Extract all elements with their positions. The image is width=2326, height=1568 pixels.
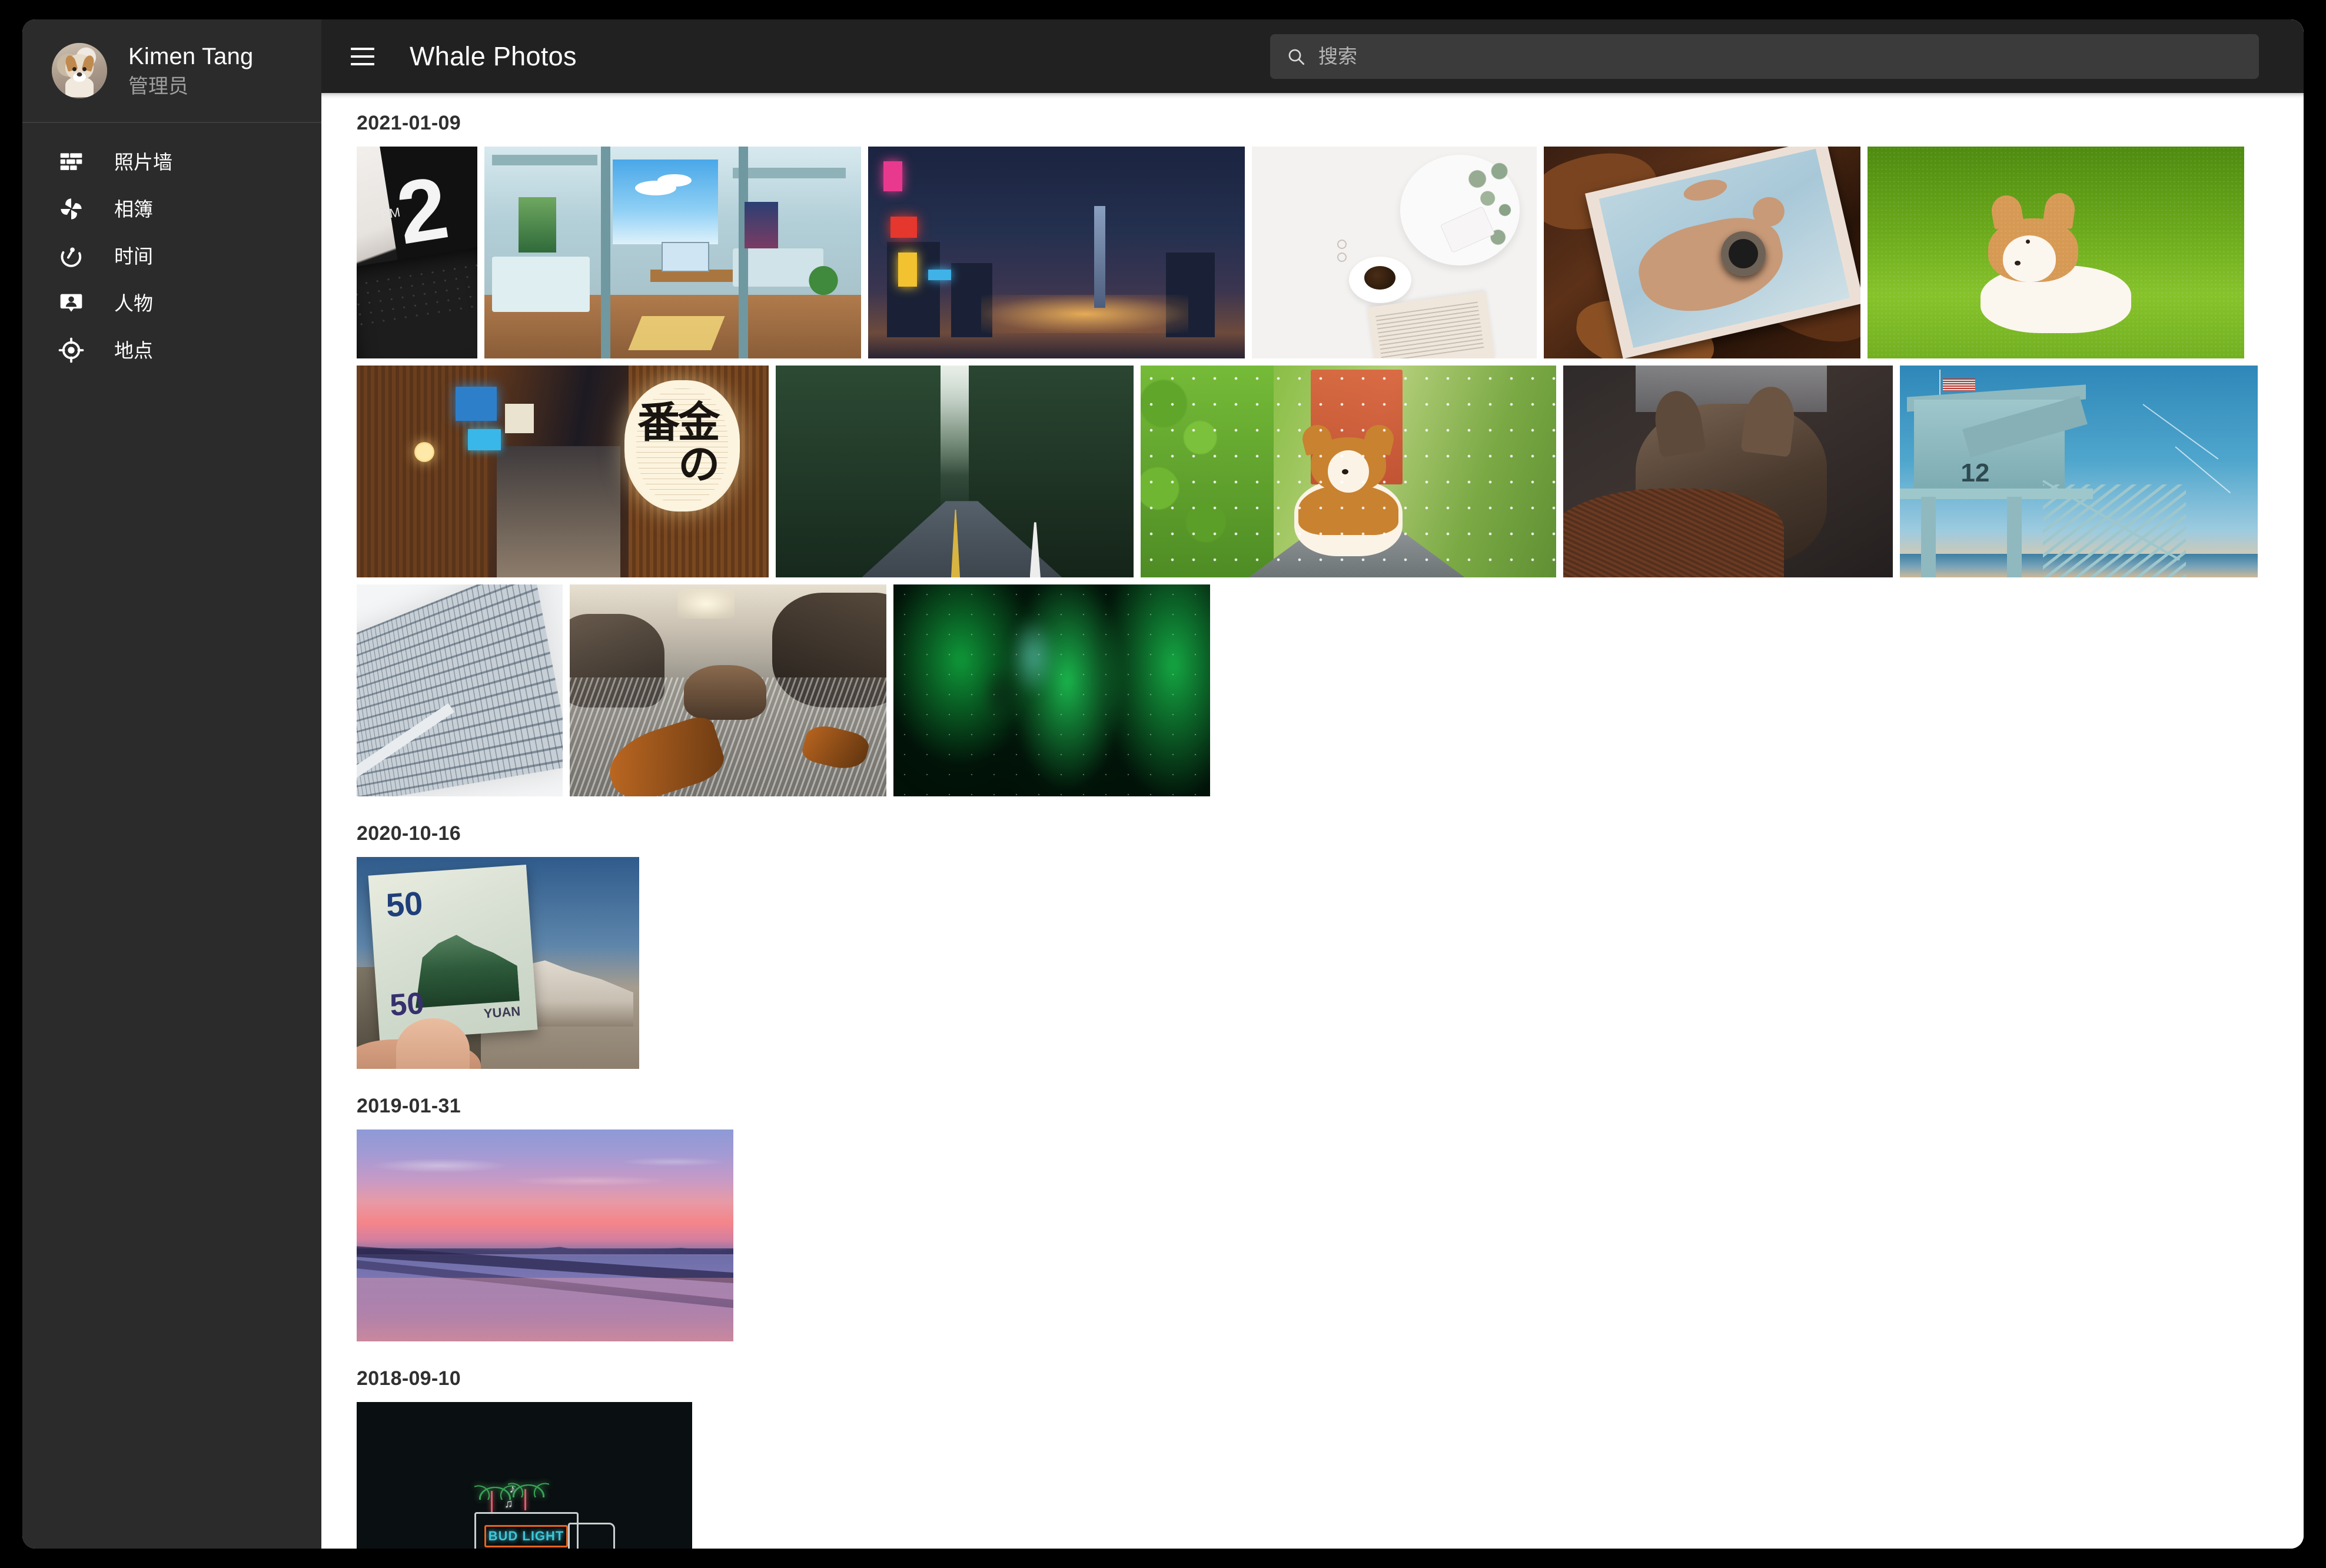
photo-thumbnail-anime-dorm-room[interactable] bbox=[484, 147, 861, 358]
neon-sign-text: BUD LIGHT bbox=[484, 1524, 569, 1548]
photo-thumbnail-corgi-on-grass[interactable] bbox=[1868, 147, 2244, 358]
music-note-icon: ♪ bbox=[509, 1482, 516, 1496]
photo-row: 金の番 12 bbox=[321, 366, 2304, 577]
page-title: Whale Photos bbox=[410, 41, 577, 71]
photo-row: 2 PM bbox=[321, 147, 2304, 358]
search-icon bbox=[1285, 46, 1307, 67]
date-header: 2020-10-16 bbox=[357, 822, 461, 845]
sidebar-item-label: 照片墙 bbox=[114, 151, 172, 173]
laptop-pm-text: PM bbox=[380, 204, 401, 222]
timer-clock-icon bbox=[58, 242, 85, 270]
sidebar-item-photo-wall[interactable]: 照片墙 bbox=[22, 138, 321, 185]
avatar[interactable] bbox=[52, 43, 107, 98]
photo-scroll-region[interactable]: 2021-01-09 2 PM 金の番 12 2020-10-16 50 50 … bbox=[321, 93, 2304, 1549]
photo-thumbnail-laptop-clock[interactable]: 2 PM bbox=[357, 147, 477, 358]
photo-row bbox=[321, 1130, 2304, 1341]
date-group: 2019-01-31 bbox=[321, 1076, 2304, 1341]
search-input[interactable] bbox=[1318, 45, 2244, 68]
photo-thumbnail-old-map-leaves[interactable] bbox=[1544, 147, 1860, 358]
photo-thumbnail-corgi-in-rain[interactable] bbox=[1141, 366, 1556, 577]
main-area: Whale Photos 2021-01-09 bbox=[321, 19, 2304, 1549]
photo-row: ♪ ♫ BUD LIGHT bbox=[321, 1402, 2304, 1549]
user-text: Kimen Tang 管理员 bbox=[128, 42, 254, 99]
sidebar-item-people[interactable]: 人物 bbox=[22, 280, 321, 327]
date-group: 2018-09-10 ♪ ♫ BUD LIGHT bbox=[321, 1348, 2304, 1549]
photo-thumbnail-glass-building[interactable] bbox=[357, 584, 563, 796]
photo-thumbnail-white-flatlay-coffee[interactable] bbox=[1252, 147, 1537, 358]
photo-thumbnail-bud-light-neon-truck[interactable]: ♪ ♫ BUD LIGHT bbox=[357, 1402, 692, 1549]
photo-row bbox=[321, 584, 2304, 796]
photo-thumbnail-green-aurora[interactable] bbox=[893, 584, 1210, 796]
photo-row: 50 50 YUAN bbox=[321, 857, 2304, 1069]
yuan-currency-text: YUAN bbox=[483, 1004, 521, 1021]
photo-thumbnail-forest-road[interactable] bbox=[776, 366, 1134, 577]
music-note-icon: ♫ bbox=[504, 1497, 513, 1510]
photo-wall-icon bbox=[58, 148, 85, 175]
photo-thumbnail-japanese-alley-lantern[interactable]: 金の番 bbox=[357, 366, 769, 577]
yuan-value-text-2: 50 bbox=[388, 986, 426, 1022]
date-header: 2019-01-31 bbox=[357, 1095, 461, 1117]
search-box[interactable] bbox=[1270, 34, 2259, 79]
sidebar: Kimen Tang 管理员 照片墙 相簿 时间 人物 地点 bbox=[22, 19, 321, 1549]
sidebar-item-label: 时间 bbox=[114, 245, 153, 267]
sidebar-item-places[interactable]: 地点 bbox=[22, 327, 321, 374]
yuan-value-text: 50 bbox=[384, 883, 424, 923]
photo-thumbnail-fifty-yuan-potala-palace[interactable]: 50 50 YUAN bbox=[357, 857, 639, 1069]
photo-thumbnail-rocky-ocean-kelp[interactable] bbox=[570, 584, 886, 796]
photo-thumbnail-neon-city-night[interactable] bbox=[868, 147, 1245, 358]
date-group: 2021-01-09 2 PM 金の番 12 bbox=[321, 93, 2304, 796]
user-role: 管理员 bbox=[128, 75, 188, 98]
tower-number-text: 12 bbox=[1961, 459, 1990, 488]
lantern-kanji-text: 金の番 bbox=[630, 399, 720, 484]
date-header: 2021-01-09 bbox=[357, 112, 461, 134]
topbar: Whale Photos bbox=[321, 19, 2304, 93]
date-header: 2018-09-10 bbox=[357, 1367, 461, 1390]
app-window: Kimen Tang 管理员 照片墙 相簿 时间 人物 地点 Whale Pho… bbox=[22, 19, 2304, 1549]
location-target-icon bbox=[58, 337, 85, 364]
photo-thumbnail-sleeping-dog[interactable] bbox=[1563, 366, 1893, 577]
photo-thumbnail-sunset-beach[interactable] bbox=[357, 1130, 733, 1341]
sidebar-nav: 照片墙 相簿 时间 人物 地点 bbox=[22, 123, 321, 374]
photo-thumbnail-lifeguard-tower-12[interactable]: 12 bbox=[1900, 366, 2258, 577]
sidebar-item-albums[interactable]: 相簿 bbox=[22, 185, 321, 232]
person-tag-icon bbox=[58, 290, 85, 317]
sidebar-item-label: 人物 bbox=[114, 292, 153, 314]
sidebar-item-label: 地点 bbox=[114, 339, 153, 361]
date-group: 2020-10-16 50 50 YUAN bbox=[321, 803, 2304, 1069]
user-name: Kimen Tang bbox=[128, 43, 254, 69]
sidebar-item-time[interactable]: 时间 bbox=[22, 232, 321, 280]
pinwheel-album-icon bbox=[58, 195, 85, 222]
sidebar-user-profile[interactable]: Kimen Tang 管理员 bbox=[22, 19, 321, 123]
sidebar-item-label: 相簿 bbox=[114, 198, 153, 220]
hamburger-menu-icon[interactable] bbox=[344, 38, 381, 75]
